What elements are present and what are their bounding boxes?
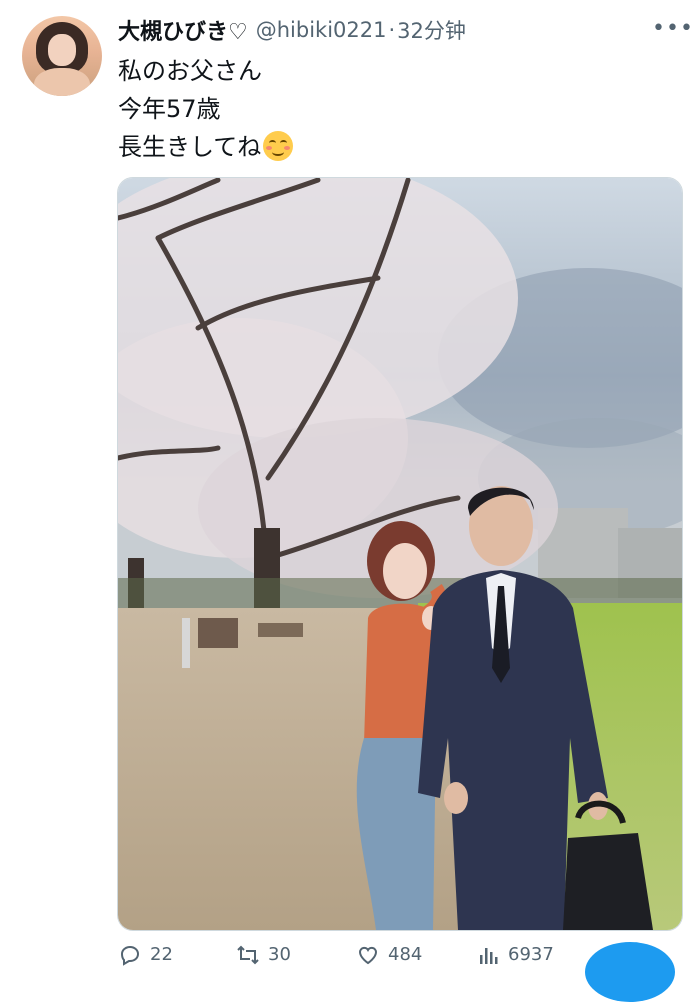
tweet-photo[interactable] xyxy=(117,177,683,931)
like-count: 484 xyxy=(388,944,423,965)
tweet-line-3-text: 長生きしてね xyxy=(118,133,262,161)
photo-illustration xyxy=(118,178,682,930)
smiling-face-emoji-icon xyxy=(263,131,294,161)
avatar-face xyxy=(48,34,76,66)
tweet-text: 私のお父さん 今年57歳 長生きしてね xyxy=(118,52,294,166)
tweet-line-2: 今年57歳 xyxy=(118,95,221,123)
timestamp[interactable]: 32分钟 xyxy=(397,15,466,45)
avatar[interactable] xyxy=(22,16,102,96)
more-options-icon[interactable]: ••• xyxy=(652,16,690,41)
signpost xyxy=(182,618,190,668)
tweet-line-1: 私のお父さん xyxy=(118,57,262,85)
retweet-button[interactable]: 30 xyxy=(236,940,291,969)
tweet-header: 大槻ひびき♡ @hibiki0221 · 32分钟 xyxy=(118,14,466,46)
reply-count: 22 xyxy=(150,944,173,965)
retweet-count: 30 xyxy=(268,944,291,965)
emoji-mouth xyxy=(272,148,285,156)
display-name[interactable]: 大槻ひびき♡ xyxy=(118,14,248,46)
retweet-icon xyxy=(237,945,259,964)
bench-person xyxy=(198,618,238,648)
user-handle[interactable]: @hibiki0221 xyxy=(256,18,387,42)
bench xyxy=(258,623,303,637)
heart-icon xyxy=(358,946,378,964)
floating-compose-button[interactable] xyxy=(585,942,675,1002)
blush-right xyxy=(284,146,291,150)
bar-chart-icon xyxy=(480,947,498,964)
avatar-body xyxy=(34,68,90,96)
reply-icon xyxy=(120,945,140,966)
like-button[interactable]: 484 xyxy=(356,940,422,969)
view-count: 6937 xyxy=(508,944,554,965)
tweet-line-3: 長生きしてね xyxy=(118,128,294,166)
views-button[interactable]: 6937 xyxy=(476,940,554,969)
reply-button[interactable]: 22 xyxy=(118,940,173,969)
separator-dot: · xyxy=(388,18,396,42)
